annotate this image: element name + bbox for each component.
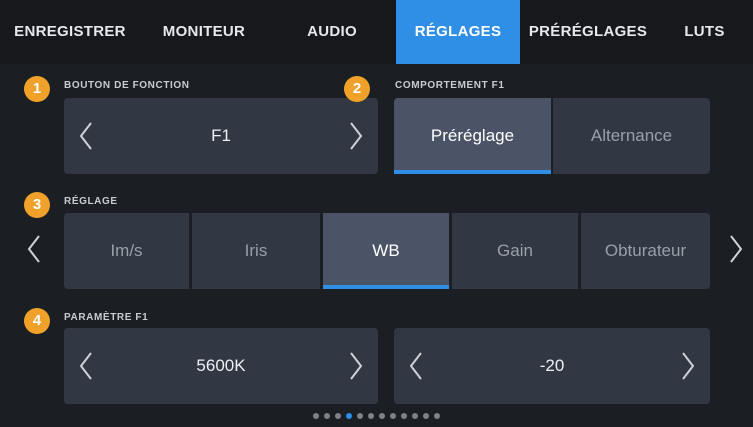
setting-option-fps-label: Im/s — [110, 241, 143, 260]
tab-audio[interactable]: AUDIO — [268, 0, 396, 64]
selected-indicator — [323, 285, 449, 289]
page-dot[interactable] — [324, 413, 330, 419]
white-balance-selector[interactable]: 5600K — [64, 328, 378, 404]
function-button-value: F1 — [211, 126, 231, 145]
function-button-label: BOUTON DE FONCTION — [64, 80, 190, 91]
chevron-right-icon[interactable] — [348, 351, 364, 381]
tab-settings[interactable]: RÉGLAGES — [396, 0, 520, 64]
setting-option-gain-label: Gain — [497, 241, 533, 260]
setting-option-gain[interactable]: Gain — [452, 213, 578, 289]
callout-badge-1: 1 — [24, 76, 50, 102]
setting-option-iris[interactable]: Iris — [192, 213, 320, 289]
tab-monitor[interactable]: MONITEUR — [140, 0, 268, 64]
setting-label: RÉGLAGE — [64, 196, 118, 207]
callout-badge-3: 3 — [24, 192, 50, 218]
page-dot[interactable] — [313, 413, 319, 419]
tab-presets[interactable]: PRÉRÉGLAGES — [520, 0, 656, 64]
callout-badge-4: 4 — [24, 308, 50, 334]
page-dot[interactable] — [368, 413, 374, 419]
page-indicator — [0, 413, 753, 421]
callout-badge-2: 2 — [344, 76, 370, 102]
setting-option-shutter-label: Obturateur — [604, 241, 687, 260]
option-toggle[interactable]: Alternance — [553, 98, 710, 174]
scroll-left-icon[interactable] — [26, 234, 42, 264]
chevron-right-icon[interactable] — [348, 121, 364, 151]
option-preset[interactable]: Préréglage — [394, 98, 551, 174]
chevron-right-icon[interactable] — [680, 351, 696, 381]
page-dot[interactable] — [390, 413, 396, 419]
page-dot[interactable] — [335, 413, 341, 419]
setting-option-shutter[interactable]: Obturateur — [581, 213, 710, 289]
function-button-selector[interactable]: F1 — [64, 98, 378, 174]
tab-luts[interactable]: LUTS — [656, 0, 753, 64]
tint-value: -20 — [539, 356, 565, 375]
tab-record[interactable]: ENREGISTRER — [0, 0, 140, 64]
f1-behavior-label: COMPORTEMENT F1 — [395, 80, 505, 91]
page-dot[interactable] — [379, 413, 385, 419]
setting-option-wb-label: WB — [372, 241, 400, 260]
page-dot[interactable] — [423, 413, 429, 419]
setting-option-wb[interactable]: WB — [323, 213, 449, 289]
option-toggle-label: Alternance — [590, 126, 673, 145]
f1-parameter-label: PARAMÈTRE F1 — [64, 312, 149, 323]
option-preset-label: Préréglage — [430, 126, 515, 145]
tint-selector[interactable]: -20 — [394, 328, 710, 404]
page-dot-active[interactable] — [346, 413, 352, 419]
scroll-right-icon[interactable] — [728, 234, 744, 264]
page-dot[interactable] — [434, 413, 440, 419]
white-balance-value: 5600K — [196, 356, 246, 375]
page-dot[interactable] — [357, 413, 363, 419]
page-dot[interactable] — [412, 413, 418, 419]
selected-indicator — [394, 170, 551, 174]
setting-option-fps[interactable]: Im/s — [64, 213, 189, 289]
setting-option-iris-label: Iris — [244, 241, 268, 260]
tab-bar: ENREGISTRER MONITEUR AUDIO RÉGLAGES PRÉR… — [0, 0, 753, 64]
page-dot[interactable] — [401, 413, 407, 419]
